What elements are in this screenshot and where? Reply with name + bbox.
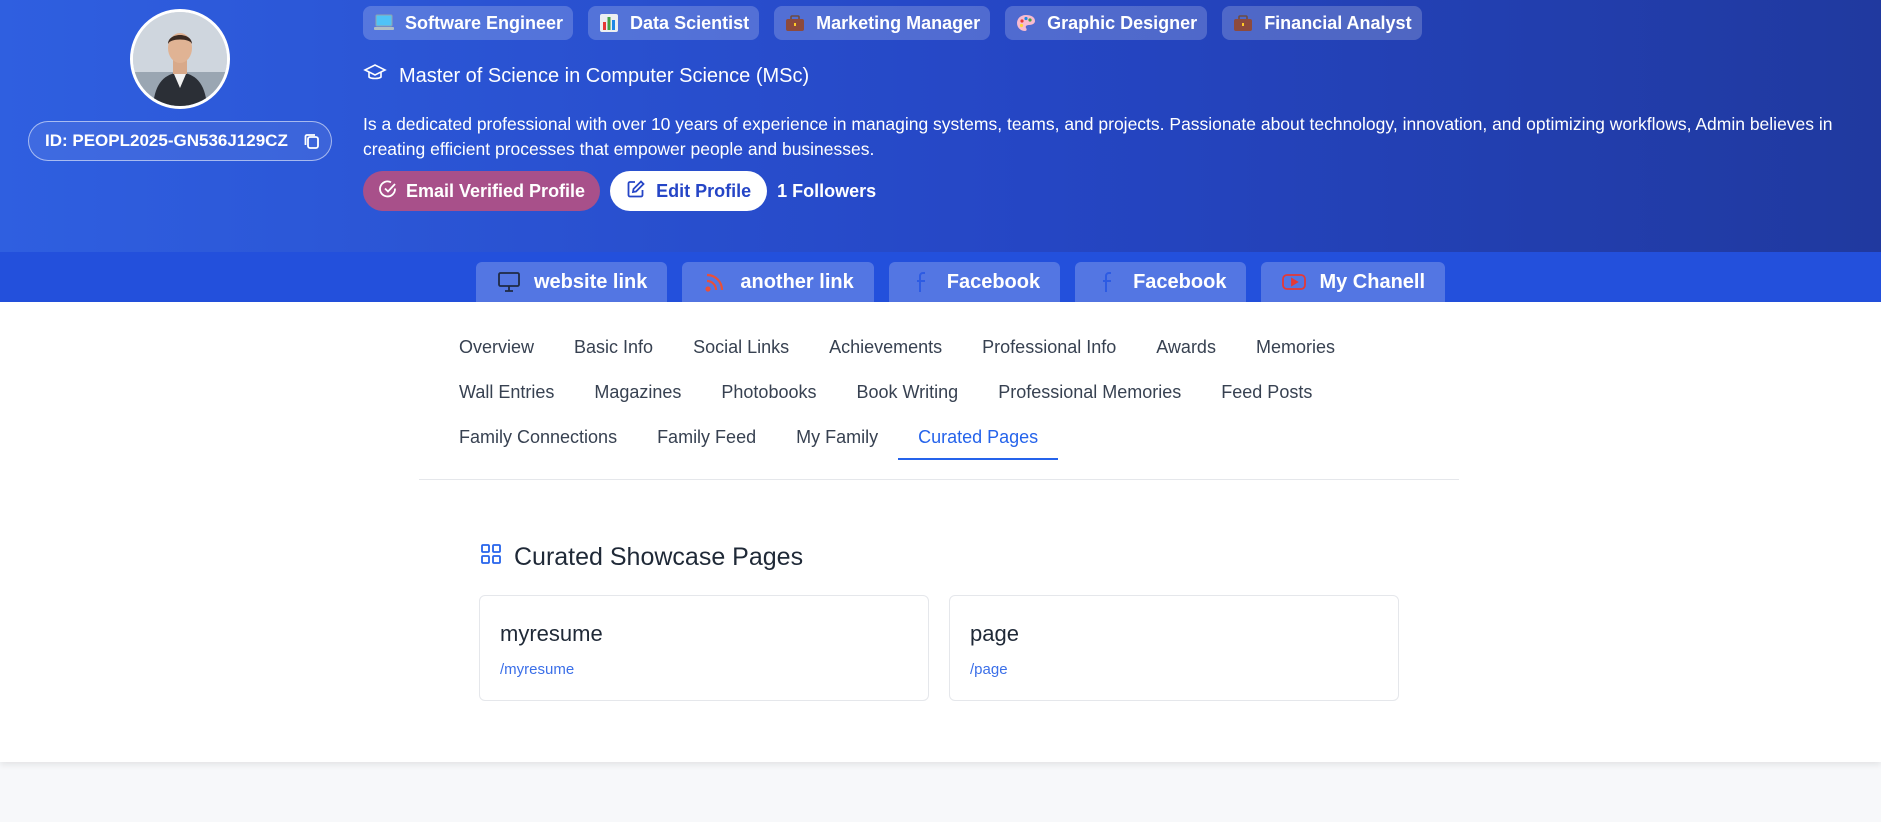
section-header: Curated Showcase Pages [480,543,803,572]
profile-tabs: Overview Basic Info Social Links Achieve… [459,325,1459,460]
edit-profile-label: Edit Profile [656,180,752,201]
social-links: website link another link Facebook Faceb… [476,262,1446,302]
copy-icon[interactable] [302,131,322,151]
tab-family-connections[interactable]: Family Connections [459,415,617,460]
graduation-cap-icon [363,63,387,89]
tab-curated-pages[interactable]: Curated Pages [898,415,1059,460]
profession-label: Software Engineer [405,12,564,33]
rss-icon [702,270,728,294]
social-link-label: website link [534,270,648,293]
page-slug[interactable]: /page [970,661,1378,678]
page-title: myresume [500,621,603,646]
followers-count[interactable]: 1 Followers [777,181,876,202]
tab-row: Wall Entries Magazines Photobooks Book W… [459,370,1459,415]
page-slug[interactable]: /myresume [500,661,908,678]
profession-tag[interactable]: Financial Analyst [1222,6,1422,40]
tab-row: Family Connections Family Feed My Family… [459,415,1459,460]
social-link[interactable]: Facebook [888,262,1061,302]
tab-my-family[interactable]: My Family [796,415,878,460]
social-link-label: Facebook [1133,270,1227,293]
profession-label: Marketing Manager [816,12,981,33]
tab-memories[interactable]: Memories [1256,325,1335,370]
profession-tags: Software Engineer Data Scientist Marketi… [363,6,1422,40]
laptop-icon [373,13,395,33]
profile-bio: Is a dedicated professional with over 10… [363,114,1833,159]
tab-family-feed[interactable]: Family Feed [657,415,756,460]
profile-id-pill: ID: PEOPL2025-GN536J129CZ [28,121,332,161]
profession-tag[interactable]: Software Engineer [363,6,574,40]
tab-photobooks[interactable]: Photobooks [721,370,816,415]
social-link-label: My Chanell [1319,270,1426,293]
edit-icon [626,179,646,204]
curated-page-card[interactable]: page /page [949,595,1399,701]
degree: Master of Science in Computer Science (M… [363,63,809,89]
tab-row: Overview Basic Info Social Links Achieve… [459,325,1459,370]
verified-label: Email Verified Profile [406,180,586,201]
tab-achievements[interactable]: Achievements [829,325,942,370]
tab-basic-info[interactable]: Basic Info [574,325,653,370]
profile-id: ID: PEOPL2025-GN536J129CZ [45,131,288,150]
tab-overview[interactable]: Overview [459,325,534,370]
social-link-label: another link [740,270,854,293]
profession-label: Data Scientist [630,12,750,33]
social-link[interactable]: another link [682,262,874,302]
tabs-divider [419,479,1459,480]
curated-pages-list: myresume /myresume page /page [479,595,1399,701]
edit-profile-button[interactable]: Edit Profile [610,171,768,211]
avatar[interactable] [130,9,230,109]
tab-professional-memories[interactable]: Professional Memories [998,370,1181,415]
profession-label: Graphic Designer [1047,12,1198,33]
facebook-icon [1095,270,1121,294]
grid-icon [480,543,502,572]
profession-label: Financial Analyst [1264,12,1412,33]
tab-awards[interactable]: Awards [1156,325,1216,370]
social-link[interactable]: My Chanell [1261,262,1446,302]
curated-page-card[interactable]: myresume /myresume [479,595,929,701]
tab-social-links[interactable]: Social Links [693,325,789,370]
tab-magazines[interactable]: Magazines [594,370,681,415]
profession-tag[interactable]: Graphic Designer [1005,6,1208,40]
briefcase-icon [784,13,806,33]
check-circle-icon [378,179,398,204]
profession-tag[interactable]: Data Scientist [588,6,760,40]
email-verified-badge: Email Verified Profile [363,171,601,211]
tab-professional-info[interactable]: Professional Info [982,325,1116,370]
youtube-icon [1281,270,1307,294]
bar-chart-icon [598,13,620,33]
briefcase-icon [1232,13,1254,33]
tab-feed-posts[interactable]: Feed Posts [1221,370,1312,415]
social-link[interactable]: website link [476,262,668,302]
tab-wall-entries[interactable]: Wall Entries [459,370,554,415]
tab-book-writing[interactable]: Book Writing [856,370,958,415]
degree-label: Master of Science in Computer Science (M… [399,64,810,87]
facebook-icon [909,270,935,294]
social-link[interactable]: Facebook [1075,262,1247,302]
palette-icon [1015,13,1037,33]
monitor-icon [496,270,522,294]
page-title: page [970,621,1019,646]
profile-actions: Email Verified Profile Edit Profile 1 Fo… [363,171,876,211]
social-link-label: Facebook [946,270,1041,293]
profession-tag[interactable]: Marketing Manager [774,6,991,40]
section-title: Curated Showcase Pages [514,543,804,571]
